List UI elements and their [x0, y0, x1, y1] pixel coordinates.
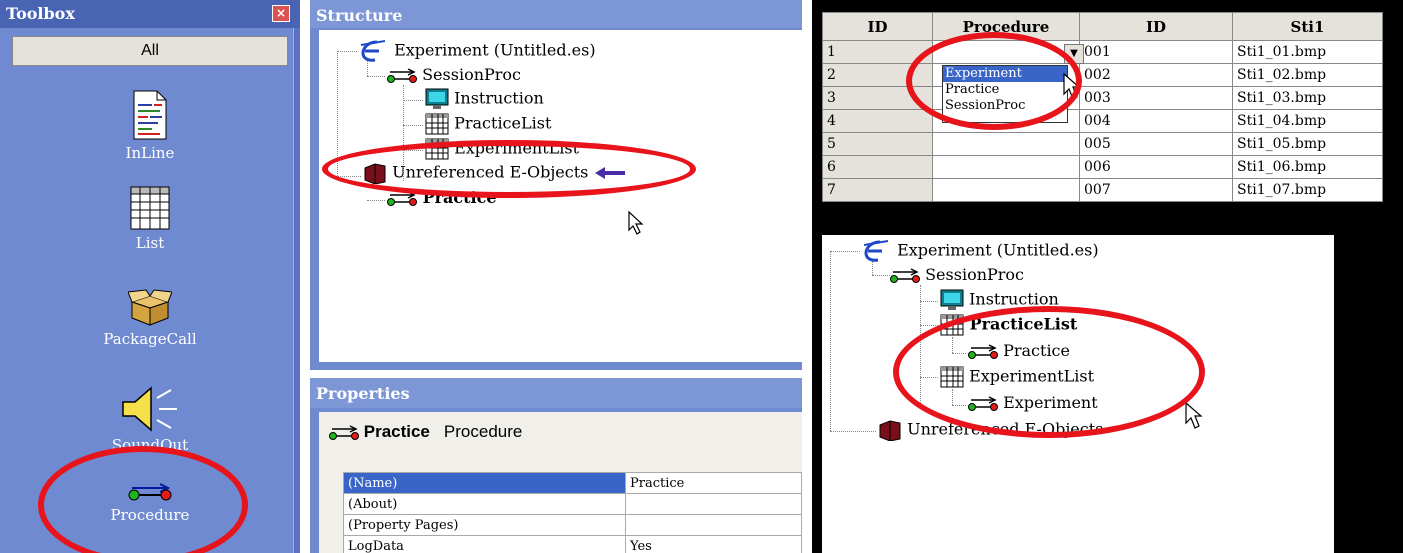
- textdisplay-icon: [425, 88, 449, 109]
- mouse-cursor-icon: [1185, 401, 1203, 429]
- tree-node-practicelist[interactable]: PracticeList: [425, 113, 551, 135]
- inline-script-icon: [133, 90, 167, 140]
- package-box-icon: [128, 289, 172, 326]
- properties-header: Practice Procedure: [329, 422, 522, 442]
- property-grid: (Name) Practice (About) (Property Pages) …: [343, 472, 802, 553]
- table-row[interactable]: 6 006 Sti1_06.bmp: [822, 155, 1383, 179]
- id-cell[interactable]: 001: [1079, 40, 1233, 64]
- row-id: 7: [822, 178, 933, 202]
- table-row[interactable]: 5 005 Sti1_05.bmp: [822, 132, 1383, 156]
- list-grid-panel: ID Procedure ID Sti1 1 001 Sti1_01.bmp 2 00…: [812, 0, 1403, 225]
- tree-label: SessionProc: [925, 265, 1025, 284]
- toolbox-title: Toolbox: [0, 0, 300, 28]
- id-cell[interactable]: 003: [1079, 86, 1233, 110]
- object-name: Practice: [363, 422, 430, 441]
- property-name: (Name): [343, 472, 626, 494]
- sti-cell[interactable]: Sti1_06.bmp: [1232, 155, 1383, 179]
- sti-cell[interactable]: Sti1_05.bmp: [1232, 132, 1383, 156]
- tool-label: PackageCall: [103, 330, 197, 348]
- tree-label: Experiment (Untitled.es): [394, 40, 596, 60]
- property-value[interactable]: [625, 514, 802, 536]
- tool-list[interactable]: List: [70, 186, 230, 252]
- sti-cell[interactable]: Sti1_04.bmp: [1232, 109, 1383, 133]
- property-row[interactable]: LogData Yes: [343, 535, 802, 553]
- procedure-cell[interactable]: [932, 132, 1080, 156]
- procedure-cell[interactable]: [932, 178, 1080, 202]
- row-id: 5: [822, 132, 933, 156]
- column-header[interactable]: Sti1: [1232, 12, 1383, 41]
- property-value[interactable]: [625, 493, 802, 515]
- procedure-cell[interactable]: [932, 155, 1080, 179]
- properties-body: Practice Procedure (Name) Practice (About)…: [319, 412, 802, 553]
- row-id: 6: [822, 155, 933, 179]
- property-row[interactable]: (About): [343, 493, 802, 515]
- table-row[interactable]: 7 007 Sti1_07.bmp: [822, 178, 1383, 202]
- all-button[interactable]: All: [12, 36, 288, 66]
- id-cell[interactable]: 002: [1079, 63, 1233, 87]
- tree-label: PracticeList: [454, 113, 552, 133]
- sti-cell[interactable]: Sti1_02.bmp: [1232, 63, 1383, 87]
- property-row[interactable]: (Property Pages): [343, 514, 802, 536]
- column-header[interactable]: ID: [822, 12, 933, 41]
- highlight-ellipse: [38, 446, 248, 553]
- property-name: (Property Pages): [343, 514, 626, 536]
- tree-node-experiment[interactable]: Experiment (Untitled.es): [359, 39, 596, 63]
- row-id: 4: [822, 109, 933, 133]
- column-header[interactable]: ID: [1079, 12, 1233, 41]
- mouse-cursor-icon: [628, 210, 644, 235]
- tree-node-instruction[interactable]: Instruction: [425, 88, 544, 110]
- tool-soundout[interactable]: SoundOut: [70, 386, 230, 454]
- tree-node-sessionproc[interactable]: SessionProc: [387, 65, 521, 84]
- highlight-ellipse: [322, 140, 696, 198]
- property-name: LogData: [343, 535, 626, 553]
- id-cell[interactable]: 006: [1079, 155, 1233, 179]
- close-icon[interactable]: ×: [272, 5, 290, 22]
- book-icon: [879, 420, 901, 442]
- object-type: Procedure: [443, 422, 523, 441]
- id-cell[interactable]: 007: [1079, 178, 1233, 202]
- structure-title: Structure: [310, 0, 802, 28]
- id-cell[interactable]: 004: [1079, 109, 1233, 133]
- procedure-arrow-icon: [387, 67, 417, 83]
- experiment-e-icon: [863, 240, 889, 262]
- tree-node-experiment[interactable]: Experiment (Untitled.es): [862, 239, 1099, 263]
- sti-cell[interactable]: Sti1_07.bmp: [1232, 178, 1383, 202]
- tool-label: InLine: [125, 144, 175, 162]
- experiment-e-icon: [360, 40, 386, 62]
- tree-label: Experiment (Untitled.es): [897, 240, 1099, 260]
- property-name: (About): [343, 493, 626, 515]
- list-grid-icon: [425, 113, 449, 135]
- property-value[interactable]: Yes: [625, 535, 802, 553]
- property-row[interactable]: (Name) Practice: [343, 472, 802, 494]
- textdisplay-icon: [940, 289, 964, 310]
- tool-inline[interactable]: InLine: [70, 90, 230, 162]
- tool-label: List: [135, 234, 165, 252]
- tool-packagecall[interactable]: PackageCall: [70, 288, 230, 348]
- sti-cell[interactable]: Sti1_03.bmp: [1232, 86, 1383, 110]
- procedure-arrow-icon: [329, 424, 359, 440]
- toolbox-edge: [293, 28, 300, 553]
- table-row[interactable]: 4 004 Sti1_04.bmp: [822, 109, 1383, 133]
- property-value[interactable]: Practice: [625, 472, 802, 494]
- list-grid-icon: [130, 186, 170, 230]
- id-cell[interactable]: 005: [1079, 132, 1233, 156]
- tree-node-sessionproc[interactable]: SessionProc: [890, 265, 1024, 284]
- tree-label: SessionProc: [422, 65, 522, 84]
- list-table: ID Procedure ID Sti1 1 001 Sti1_01.bmp 2 00…: [822, 12, 1383, 202]
- procedure-arrow-icon: [890, 267, 920, 283]
- highlight-ellipse: [893, 306, 1205, 438]
- highlight-ellipse: [906, 32, 1082, 130]
- speaker-icon: [122, 386, 177, 432]
- sti-cell[interactable]: Sti1_01.bmp: [1232, 40, 1383, 64]
- tree-label: Instruction: [454, 88, 544, 108]
- properties-panel: Properties Practice Procedure (Name) Pract…: [310, 378, 802, 553]
- table-row[interactable]: 1 001 Sti1_01.bmp: [822, 40, 1383, 64]
- properties-title: Properties: [310, 378, 802, 408]
